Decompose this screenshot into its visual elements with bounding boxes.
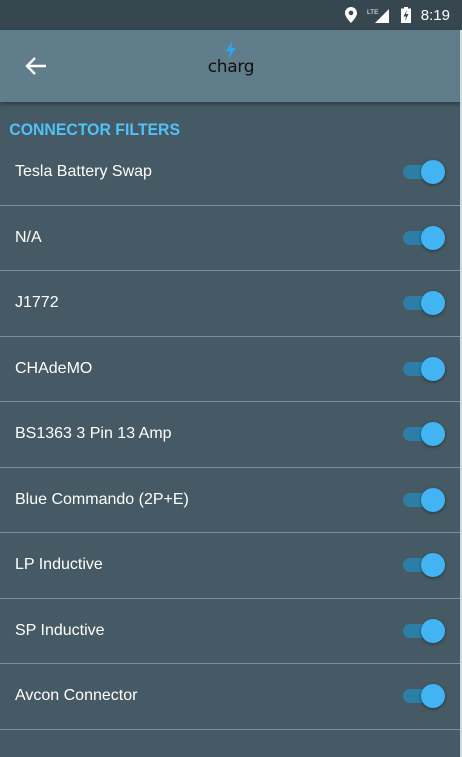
lte-label: LTE: [367, 9, 379, 16]
filter-toggle-switch[interactable]: [403, 553, 445, 578]
filter-row[interactable]: N/A: [0, 206, 462, 271]
filter-label: CHAdeMO: [15, 359, 93, 377]
lte-signal-icon: LTE: [367, 7, 391, 23]
clock-time: 8:19: [420, 6, 450, 24]
filter-row[interactable]: LP Inductive: [0, 533, 462, 599]
filter-row[interactable]: CHAdeMO: [0, 337, 462, 402]
status-bar: LTE 8:19: [0, 0, 462, 30]
filter-toggle-switch[interactable]: [403, 356, 445, 381]
location-icon: [344, 7, 357, 23]
battery-charging-icon: [400, 7, 411, 23]
logo-text: charg: [207, 57, 255, 77]
filter-row[interactable]: Tesla Battery Swap: [0, 140, 462, 206]
filter-toggle-switch[interactable]: [403, 422, 445, 447]
toggle-thumb: [421, 160, 445, 185]
arrow-back-icon: [25, 57, 46, 75]
toggle-thumb: [421, 553, 445, 578]
filter-row[interactable]: Avcon Connector: [0, 664, 462, 730]
filter-row[interactable]: J1772: [0, 271, 462, 337]
filter-label: Tesla Battery Swap: [15, 163, 152, 181]
connector-filter-list: Tesla Battery Swap N/A J1772 CHAdeMO BS1363 …: [0, 140, 462, 730]
toggle-thumb: [421, 422, 445, 447]
filter-toggle-switch[interactable]: [403, 160, 445, 185]
filter-toggle-switch[interactable]: [403, 684, 445, 709]
toggle-thumb: [421, 291, 445, 316]
filter-toggle-switch[interactable]: [403, 291, 445, 316]
filter-toggle-switch[interactable]: [403, 487, 445, 512]
toggle-thumb: [421, 356, 445, 381]
filter-label: LP Inductive: [15, 556, 103, 574]
filter-row[interactable]: SP Inductive: [0, 599, 462, 664]
section-title: CONNECTOR FILTERS: [9, 120, 180, 139]
filter-toggle-switch[interactable]: [403, 618, 445, 643]
filter-row[interactable]: BS1363 3 Pin 13 Amp: [0, 402, 462, 468]
filter-label: BS1363 3 Pin 13 Amp: [15, 425, 172, 443]
app-bar: charg: [0, 30, 462, 102]
filter-label: N/A: [15, 228, 42, 246]
filter-label: J1772: [15, 294, 59, 312]
back-button[interactable]: [20, 50, 52, 82]
filter-toggle-switch[interactable]: [403, 225, 445, 250]
toggle-thumb: [421, 618, 445, 643]
toggle-thumb: [421, 487, 445, 512]
filter-row[interactable]: Blue Commando (2P+E): [0, 468, 462, 533]
filter-label: Blue Commando (2P+E): [15, 490, 189, 508]
filter-label: SP Inductive: [15, 621, 105, 639]
app-logo: charg: [208, 41, 255, 77]
filter-label: Avcon Connector: [15, 687, 138, 705]
toggle-thumb: [421, 684, 445, 709]
toggle-thumb: [421, 225, 445, 250]
